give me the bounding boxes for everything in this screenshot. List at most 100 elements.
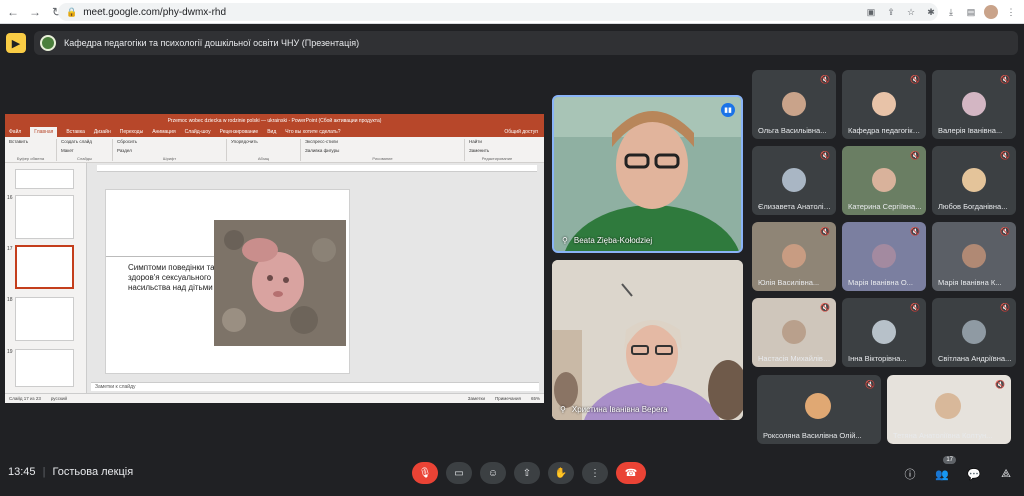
meeting-name: Гостьова лекція [52, 466, 134, 478]
reset-button[interactable]: Сбросить [117, 139, 222, 144]
quick-styles-button[interactable]: Экспресс-стили [305, 139, 460, 144]
ppt-tab[interactable]: Рецензирование [220, 129, 259, 135]
shape-fill-button[interactable]: Заливка фигуры [305, 148, 460, 153]
pin-icon[interactable]: ⚲ [562, 236, 568, 245]
emoji-button[interactable]: ☺ [480, 462, 506, 484]
notes-toggle[interactable]: Заметки [468, 396, 485, 401]
slide-thumbnail-selected[interactable] [15, 245, 74, 289]
participant-name: Юлія Василівна... [758, 278, 820, 287]
camera-indicator-icon[interactable]: ▣ [864, 5, 878, 19]
layout-button[interactable]: Макет [61, 148, 108, 153]
star-icon[interactable]: ☆ [904, 5, 918, 19]
raise-hand-button[interactable]: ✋ [548, 462, 574, 484]
participant-tile[interactable]: 🔇 Інна Вікторівна... [842, 298, 926, 367]
ppt-share-button[interactable]: Общий доступ [504, 129, 538, 135]
ppt-tab[interactable]: Дизайн [94, 129, 111, 135]
address-bar[interactable]: 🔒 meet.google.com/phy-dwmx-rhd [58, 3, 938, 21]
forward-icon[interactable]: → [26, 3, 44, 21]
speaker-tile-active[interactable]: ▮▮ ⚲ Beata Zięba-Kołodziej [552, 95, 743, 253]
slide-thumbnail[interactable] [15, 195, 74, 239]
menu-icon[interactable]: ⋮ [1004, 5, 1018, 19]
comments-toggle[interactable]: Примечания [495, 396, 521, 401]
find-button[interactable]: Найти [469, 139, 525, 144]
participant-tile[interactable]: 🔇 Марія Іванівна К... [932, 222, 1016, 291]
mic-off-icon: 🔇 [820, 227, 830, 236]
ribbon-group-label: Редактирование [481, 156, 513, 161]
speaker-tile[interactable]: ⚲ Христина Іванівна Верега [552, 260, 743, 420]
participant-tile[interactable]: 🔇 Кафедра педагогіки... [842, 70, 926, 139]
ppt-status-bar: Слайд 17 из 23 русский Заметки Примечани… [5, 393, 544, 403]
slide-thumbnail[interactable] [15, 297, 74, 341]
participant-name: Ольга Васильівна... [758, 126, 827, 135]
speaker-label: ⚲ Христина Іванівна Верега [560, 405, 668, 414]
slide-thumbnail[interactable] [15, 349, 74, 387]
bottom-bar: 13:45 | Гостьова лекція 🎙 ▭ ☺ ⇧ ✋ ⋮ ☎ ⓘ … [0, 452, 1024, 496]
people-icon[interactable]: 👥 17 [932, 456, 956, 484]
participant-tile[interactable]: 🔇 Любов Богданівна... [932, 146, 1016, 215]
ppt-tab[interactable]: Анимация [152, 129, 175, 135]
section-button[interactable]: Раздел [117, 148, 222, 153]
share-icon[interactable]: ⇪ [884, 5, 898, 19]
speaker-name: Beata Zięba-Kołodziej [573, 236, 653, 245]
leave-call-button[interactable]: ☎ [616, 462, 646, 484]
camera-toggle-button[interactable]: ▭ [446, 462, 472, 484]
chat-icon[interactable]: 💬 [964, 464, 984, 484]
ppt-tab[interactable]: Вид [267, 129, 276, 135]
ribbon-group-label: Абзац [257, 156, 270, 161]
new-slide-button[interactable]: Создать слайд [61, 139, 108, 144]
download-icon[interactable]: ⤓ [944, 5, 958, 19]
ribbon-group-label: Слайды [77, 156, 92, 161]
ruler [97, 165, 537, 172]
zoom-level[interactable]: 65% [531, 396, 540, 401]
speaker-name: Христина Іванівна Верега [571, 405, 668, 414]
ppt-tab-active[interactable]: Главная [30, 127, 58, 137]
participant-tile[interactable]: 🔇 Настасія Михайлівна... [752, 298, 836, 367]
current-slide[interactable]: Симптоми поведінки та здоров'я сексуальн… [105, 189, 350, 374]
participant-tile[interactable]: 🔇 Валерія Іванівна... [932, 70, 1016, 139]
participant-tile[interactable]: 🔇 Катерина Сергіївна... [842, 146, 926, 215]
present-button[interactable]: ⇧ [514, 462, 540, 484]
notes-pane[interactable]: Заметки к слайду [91, 382, 539, 391]
participant-tile[interactable]: 🔇 Роксоляна Василівна Олій... [757, 375, 881, 444]
replace-button[interactable]: Заменить [469, 148, 525, 153]
ppt-tellme[interactable]: Что вы хотите сделать? [285, 129, 340, 135]
arrange-button[interactable]: Упорядочить [231, 139, 296, 144]
participant-tile[interactable]: 🔇 Світлана Андріївна... [932, 298, 1016, 367]
participant-tile[interactable]: 🔇 Марія Іванівна О... [842, 222, 926, 291]
separator: | [42, 466, 46, 478]
profile-avatar[interactable] [984, 5, 998, 19]
mic-off-icon: 🔇 [865, 380, 875, 389]
slide-thumbnail[interactable] [15, 169, 74, 189]
language: русский [50, 396, 68, 401]
paste-button[interactable]: Вставить [9, 139, 52, 144]
activities-icon[interactable]: ⟁ [996, 464, 1016, 484]
participant-tile[interactable]: 🔇 Тетяна Анатоліївна Колтун... [887, 375, 1011, 444]
avatar [962, 320, 986, 344]
pin-icon[interactable]: ⚲ [560, 405, 566, 414]
sidepanel-icon[interactable]: ▤ [964, 5, 978, 19]
participant-tile[interactable]: 🔇 Юлія Василівна... [752, 222, 836, 291]
slide-image-doll[interactable] [214, 220, 346, 346]
extensions-icon[interactable]: ✱ [924, 5, 938, 19]
avatar [782, 168, 806, 192]
info-icon[interactable]: ⓘ [900, 464, 920, 484]
ppt-tab[interactable]: Переходы [120, 129, 143, 135]
ribbon-group-clipboard: Вставить Буфер обмена [9, 139, 57, 161]
participant-tile[interactable]: 🔇 Ольга Васильівна... [752, 70, 836, 139]
ppt-tab[interactable]: Вставка [66, 129, 85, 135]
slide-text[interactable]: Симптоми поведінки та здоров'я сексуальн… [128, 263, 218, 293]
mic-toggle-button[interactable]: 🎙 [412, 462, 438, 484]
avatar [872, 92, 896, 116]
presenting-icon[interactable]: ▶ [6, 33, 26, 53]
presentation-title-pill: Кафедра педагогіки та психології дошкіль… [34, 31, 1018, 55]
back-icon[interactable]: ← [4, 3, 22, 21]
mic-off-icon: 🔇 [910, 75, 920, 84]
participant-tile[interactable]: 🔇 Єлизавета Анатоліївна... [752, 146, 836, 215]
more-options-button[interactable]: ⋮ [582, 462, 608, 484]
participants-badge: 17 [943, 456, 956, 464]
ppt-tab[interactable]: Слайд-шоу [185, 129, 211, 135]
ppt-tab[interactable]: Файл [9, 129, 21, 135]
mic-off-icon: 🔇 [1000, 227, 1010, 236]
speaker-video [554, 97, 741, 251]
participant-name: Катерина Сергіївна... [848, 202, 922, 211]
